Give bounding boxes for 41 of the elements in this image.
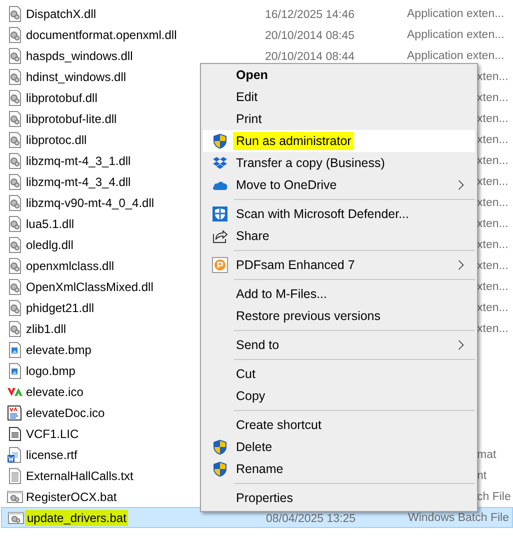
file-type: Application exten... [407,28,504,40]
menu-label: Edit [236,90,258,104]
file-type: xten... [477,260,508,272]
file-type: xten... [477,218,508,230]
menu-label: Restore previous versions [236,309,381,323]
menu-label: Run as administrator [233,132,354,150]
menu-label: Create shortcut [236,418,322,432]
file-type: Windows Batch File [408,512,509,524]
file-type: Application exten... [407,8,504,20]
file-type: nt [477,470,487,482]
file-type: xten... [477,176,508,188]
menu-label: Rename [236,462,284,476]
date-modified: 08/04/2025 13:25 [266,512,356,524]
menu-label: Transfer a copy (Business) [236,156,385,170]
file-type: xten... [477,322,508,334]
menu-label: Send to [236,338,280,352]
menu-label: Move to OneDrive [236,178,337,192]
menu-label: Print [236,112,262,126]
date-modified: 20/10/2014 08:44 [265,50,355,62]
file-type: xten... [477,238,508,250]
menu-label: Delete [236,440,272,454]
file-type: Application exten... [407,50,504,62]
file-type: xten... [477,92,508,104]
menu-label: PDFsam Enhanced 7 [236,258,355,272]
menu-label: Open [236,68,268,82]
file-type: xten... [477,70,508,82]
file-type: xten... [477,112,508,124]
menu-label: Add to M-Files... [236,287,327,301]
file-type: xten... [477,280,508,292]
menu-label: Properties [236,491,293,505]
menu-label: Share [236,229,270,243]
menu-label: Scan with Microsoft Defender... [236,207,409,221]
menu-label: Copy [236,389,266,403]
file-type: mat [477,448,496,460]
file-type: xten... [477,196,508,208]
file-type: xten... [477,302,508,314]
date-modified: 20/10/2014 08:45 [265,30,355,42]
menu-label: Cut [236,367,256,381]
file-type: xten... [477,154,508,166]
file-type: xten... [477,134,508,146]
date-modified: 16/12/2025 14:46 [265,8,355,20]
